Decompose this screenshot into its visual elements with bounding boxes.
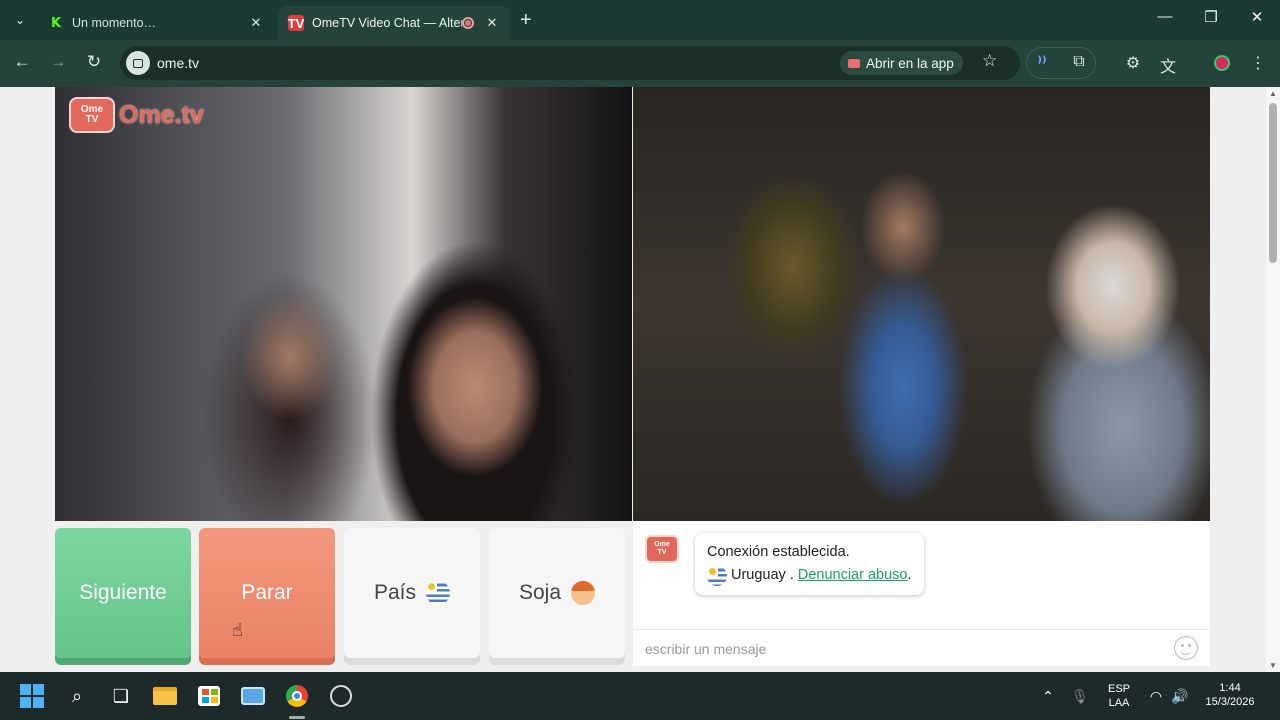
scroll-thumb[interactable] bbox=[1269, 103, 1277, 263]
task-view-icon[interactable]: ❏ bbox=[107, 682, 135, 710]
page-viewport: Ome TV Ome.tv Siguiente Parar País Soja … bbox=[0, 87, 1280, 672]
system-message: Conexión establecida. Uruguay . Denuncia… bbox=[695, 533, 924, 595]
reload-button[interactable]: ↻ bbox=[82, 52, 106, 72]
chrome-menu-icon[interactable]: ⋮ bbox=[1247, 53, 1269, 73]
tab-un-momento[interactable]: K Un momento… ✕ bbox=[38, 6, 274, 40]
profile-avatar[interactable] bbox=[1214, 55, 1230, 71]
chat-logo-top: Ome bbox=[654, 541, 670, 548]
connection-status: Conexión establecida. bbox=[707, 544, 850, 560]
new-tab-button[interactable]: + bbox=[520, 10, 532, 30]
back-button[interactable]: ← bbox=[10, 52, 34, 72]
obs-icon[interactable] bbox=[327, 682, 355, 710]
bookmark-star-icon[interactable]: ☆ bbox=[982, 51, 997, 71]
voice-extension-icon[interactable]: ⁾⁾ bbox=[1031, 53, 1053, 73]
windows-taskbar: ⌕ ❏ ⌃ 🎙 ESP LAA ◠ 🔊 1:44 15/3/2026 bbox=[0, 672, 1280, 720]
clock-date: 15/3/2026 bbox=[1205, 696, 1255, 708]
tab-title: OmeTV Video Chat — Alterna bbox=[312, 16, 462, 30]
language-code: ESP bbox=[1107, 683, 1130, 695]
remote-video bbox=[633, 87, 1210, 521]
stop-label: Parar bbox=[241, 581, 293, 604]
translate-icon[interactable]: 文 bbox=[1157, 53, 1179, 77]
chat-logo-bottom: TV bbox=[657, 549, 667, 556]
stop-button[interactable]: Parar bbox=[199, 528, 335, 658]
next-button[interactable]: Siguiente bbox=[55, 528, 191, 658]
tab-close-icon[interactable]: ✕ bbox=[248, 15, 264, 31]
tab-strip: ⌄ K Un momento… ✕ TV OmeTV Video Chat — … bbox=[0, 0, 1280, 40]
windows-logo-icon bbox=[20, 684, 44, 708]
page-scrollbar[interactable]: ▲ ▼ bbox=[1266, 87, 1280, 672]
country-button[interactable]: País bbox=[344, 528, 480, 658]
emoji-smile-icon[interactable] bbox=[1174, 636, 1198, 660]
gender-button[interactable]: Soja bbox=[489, 528, 625, 658]
search-icon[interactable]: ⌕ bbox=[63, 682, 91, 710]
start-button[interactable] bbox=[18, 682, 46, 710]
logo-badge-bottom: TV bbox=[85, 114, 99, 125]
clock-time: 1:44 bbox=[1219, 682, 1241, 694]
ometv-logo[interactable]: Ome TV Ome.tv bbox=[69, 97, 204, 133]
kick-favicon-icon: K bbox=[50, 15, 62, 31]
next-label: Siguiente bbox=[79, 581, 167, 604]
ometv-favicon-icon: TV bbox=[287, 15, 305, 31]
file-explorer-icon[interactable] bbox=[151, 682, 179, 710]
forward-button[interactable]: → bbox=[46, 52, 70, 72]
chrome-active-indicator bbox=[289, 716, 305, 719]
open-in-app-label: Abrir en la app bbox=[866, 55, 954, 71]
logo-text: Ome.tv bbox=[119, 100, 204, 129]
tab-search-button[interactable]: ⌄ bbox=[8, 8, 32, 32]
separator: . bbox=[789, 567, 794, 583]
open-in-app-button[interactable]: Abrir en la app bbox=[840, 51, 963, 75]
local-video: Ome TV Ome.tv bbox=[55, 87, 632, 521]
uruguay-flag-icon bbox=[426, 581, 451, 605]
chat-panel: Ome TV Conexión establecida. Uruguay . D… bbox=[633, 521, 1210, 666]
partner-country: Uruguay bbox=[731, 567, 786, 583]
app-icon bbox=[848, 58, 860, 68]
uruguay-flag-icon bbox=[707, 565, 727, 586]
message-input[interactable]: escribir un mensaje bbox=[633, 629, 1210, 666]
tab-ometv[interactable]: TV OmeTV Video Chat — Alterna ✕ bbox=[278, 6, 510, 40]
url-text: ome.tv bbox=[157, 55, 200, 71]
report-suffix: . bbox=[907, 567, 912, 583]
language-indicator[interactable]: ESP LAA bbox=[1104, 682, 1134, 710]
country-label: País bbox=[373, 581, 417, 604]
tab-title: Un momento… bbox=[72, 16, 157, 30]
close-window-button[interactable]: ✕ bbox=[1234, 8, 1280, 26]
browser-toolbar: ← → ↻ ome.tv Abrir en la app ☆ ⁾⁾ ⧉ ⚙ 文 … bbox=[0, 40, 1280, 87]
restore-button[interactable]: ❐ bbox=[1188, 8, 1234, 26]
performance-icon[interactable]: ⚙ bbox=[1122, 53, 1144, 73]
minimize-button[interactable]: — bbox=[1142, 8, 1188, 25]
tv-logo-icon: Ome TV bbox=[69, 97, 115, 133]
chrome-icon[interactable] bbox=[283, 682, 311, 710]
clock[interactable]: 1:44 15/3/2026 bbox=[1198, 681, 1262, 709]
volume-icon[interactable]: 🔊 bbox=[1166, 682, 1194, 710]
hand-cursor-icon: ☝ bbox=[232, 620, 243, 640]
tab-close-icon[interactable]: ✕ bbox=[484, 15, 500, 31]
message-placeholder: escribir un mensaje bbox=[645, 641, 767, 657]
keyboard-layout: LAA bbox=[1108, 697, 1130, 709]
gender-label: Soja bbox=[518, 581, 562, 604]
recording-indicator-icon bbox=[462, 17, 474, 29]
show-hidden-icons-icon[interactable]: ⌃ bbox=[1034, 682, 1062, 710]
report-abuse-link[interactable]: Denunciar abuso bbox=[798, 564, 908, 587]
photos-icon[interactable] bbox=[239, 682, 267, 710]
chat-logo-icon: Ome TV bbox=[645, 535, 679, 563]
scroll-down-arrow-icon[interactable]: ▼ bbox=[1269, 661, 1277, 670]
address-bar[interactable]: ome.tv Abrir en la app ☆ bbox=[120, 46, 1020, 80]
microsoft-store-icon[interactable] bbox=[195, 682, 223, 710]
scroll-up-arrow-icon[interactable]: ▲ bbox=[1269, 89, 1277, 98]
extensions-puzzle-icon[interactable]: ⧉ bbox=[1068, 53, 1090, 71]
site-info-icon[interactable] bbox=[126, 51, 150, 75]
boy-emoji-icon bbox=[571, 581, 596, 605]
microphone-icon[interactable]: 🎙 bbox=[1066, 682, 1094, 710]
